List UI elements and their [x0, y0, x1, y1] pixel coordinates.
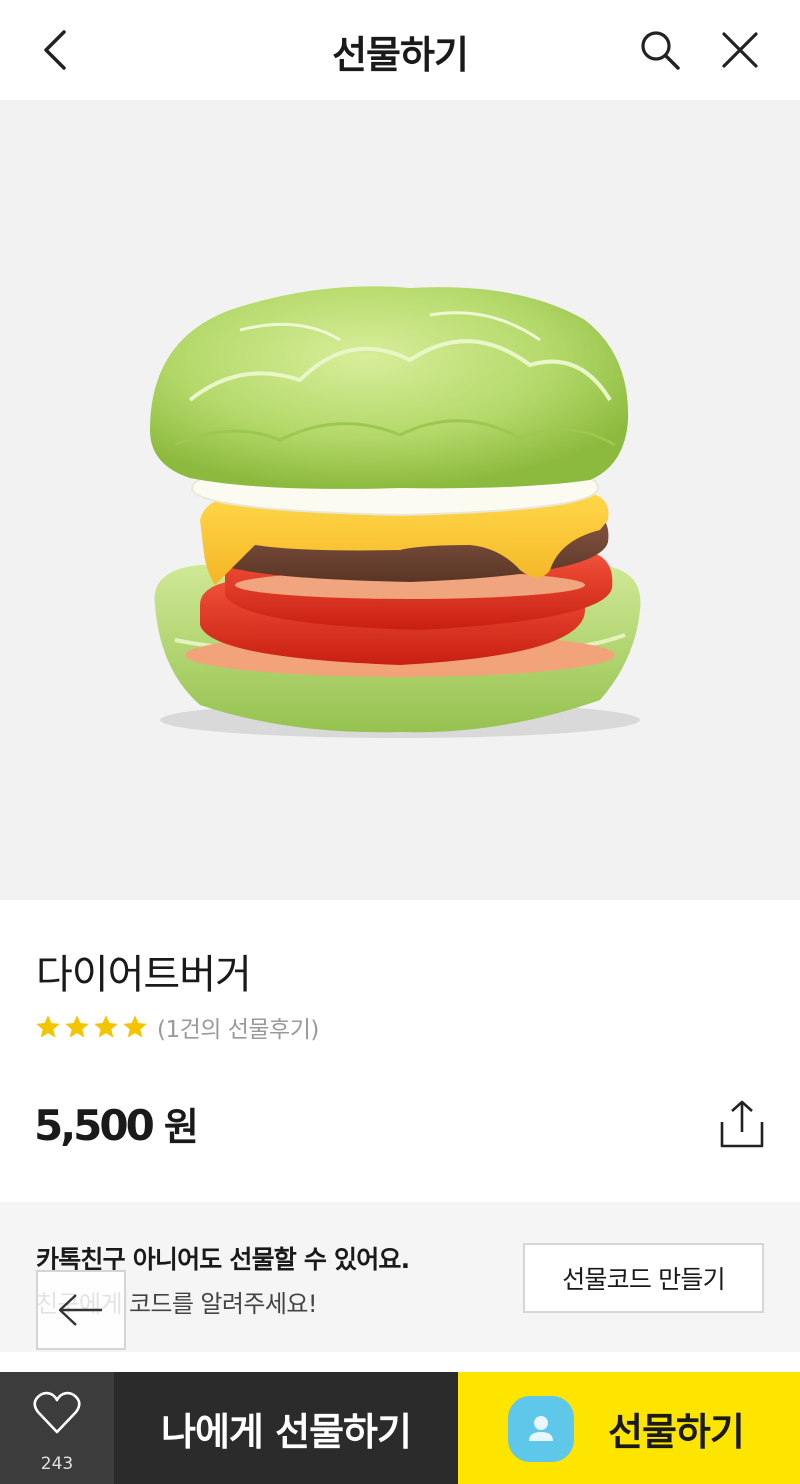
- friend-avatar: [508, 1396, 574, 1462]
- burger-image: [150, 286, 641, 738]
- close-icon: [722, 32, 758, 68]
- create-gift-code-button[interactable]: 선물코드 만들기: [523, 1243, 764, 1313]
- star-icon: [123, 1015, 147, 1038]
- share-icon: [720, 1100, 764, 1148]
- gift-button-label: 선물하기: [608, 1409, 745, 1454]
- bottom-action-bar: 243 나에게 선물하기 선물하기: [0, 1372, 800, 1484]
- like-button[interactable]: 243: [0, 1372, 114, 1484]
- price-unit: 원: [163, 1105, 199, 1149]
- product-image: [0, 100, 800, 900]
- rating-stars: [34, 1013, 149, 1041]
- close-button[interactable]: [714, 24, 766, 76]
- heart-icon: [33, 1391, 81, 1434]
- like-count: 243: [40, 1454, 74, 1474]
- price: 5,500 원: [34, 1096, 199, 1151]
- price-value: 5,500: [34, 1101, 155, 1150]
- gift-to-me-button[interactable]: 나에게 선물하기: [114, 1372, 458, 1484]
- rating[interactable]: (1건의 선물후기): [34, 1010, 319, 1044]
- search-button[interactable]: [634, 24, 686, 76]
- person-icon: [529, 1416, 553, 1441]
- star-icon: [94, 1015, 118, 1038]
- review-count-link[interactable]: (1건의 선물후기): [157, 1010, 319, 1044]
- floating-back-button[interactable]: [36, 1270, 126, 1350]
- gift-button[interactable]: 선물하기: [458, 1372, 800, 1484]
- search-icon: [641, 31, 680, 70]
- star-icon: [65, 1015, 89, 1038]
- arrow-left-icon: [58, 1294, 102, 1326]
- top-header: 선물하기: [0, 0, 800, 100]
- share-button[interactable]: [714, 1096, 770, 1152]
- star-icon: [36, 1015, 60, 1038]
- product-name: 다이어트버거: [36, 952, 252, 998]
